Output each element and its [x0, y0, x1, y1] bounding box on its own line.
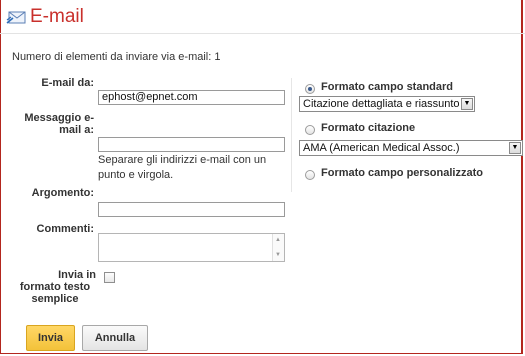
dialog-title: E-mail: [30, 6, 84, 27]
scroll-down-icon[interactable]: ▼: [275, 252, 281, 258]
citation-format-select[interactable]: AMA (American Medical Assoc.) ▼: [299, 140, 523, 156]
citation-format-label: Formato citazione: [321, 122, 416, 134]
email-send-icon: [6, 11, 26, 24]
subject-field[interactable]: [98, 202, 285, 217]
plain-text-label-line1: Invia in: [58, 269, 96, 281]
chevron-down-icon[interactable]: ▼: [461, 98, 473, 110]
comments-label: Commenti:: [36, 223, 94, 235]
comments-textarea[interactable]: ▲ ▼: [98, 233, 285, 262]
standard-format-label: Formato campo standard: [321, 81, 454, 93]
to-hint: Separare gli indirizzi e-mail con un pun…: [98, 154, 267, 181]
item-count-text: Numero di elementi da inviare via e-mail…: [12, 51, 221, 63]
column-divider: [291, 78, 292, 192]
from-label: E-mail da:: [41, 77, 94, 89]
cancel-button[interactable]: Annulla: [82, 325, 148, 351]
to-label: Messaggio e- mail a:: [12, 112, 94, 136]
subject-label: Argomento:: [31, 187, 94, 199]
to-label-line1: Messaggio e-: [24, 112, 94, 124]
standard-format-select-value: Citazione dettagliata e riassunto: [303, 98, 460, 110]
plain-text-label: Invia in formato testo semplice: [12, 269, 98, 305]
custom-format-radio[interactable]: [305, 170, 315, 180]
citation-format-radio[interactable]: [305, 125, 315, 135]
plain-text-label-line2: formato testo: [19, 281, 91, 293]
to-field[interactable]: [98, 137, 285, 152]
citation-format-select-value: AMA (American Medical Assoc.): [303, 142, 460, 154]
custom-format-label: Formato campo personalizzato: [321, 167, 483, 179]
chevron-down-icon[interactable]: ▼: [509, 142, 521, 154]
scroll-up-icon[interactable]: ▲: [275, 237, 281, 243]
from-field[interactable]: ephost@epnet.com: [98, 90, 285, 105]
standard-format-select[interactable]: Citazione dettagliata e riassunto ▼: [299, 96, 475, 112]
to-label-line2: mail a:: [59, 124, 94, 136]
header-divider: [0, 33, 525, 34]
plain-text-label-line3: semplice: [31, 293, 79, 305]
dialog-header: E-mail: [6, 6, 84, 28]
plain-text-checkbox[interactable]: [104, 272, 115, 283]
comments-scrollbar[interactable]: ▲ ▼: [272, 234, 284, 261]
send-button[interactable]: Invia: [26, 325, 75, 351]
standard-format-radio[interactable]: [305, 84, 315, 94]
